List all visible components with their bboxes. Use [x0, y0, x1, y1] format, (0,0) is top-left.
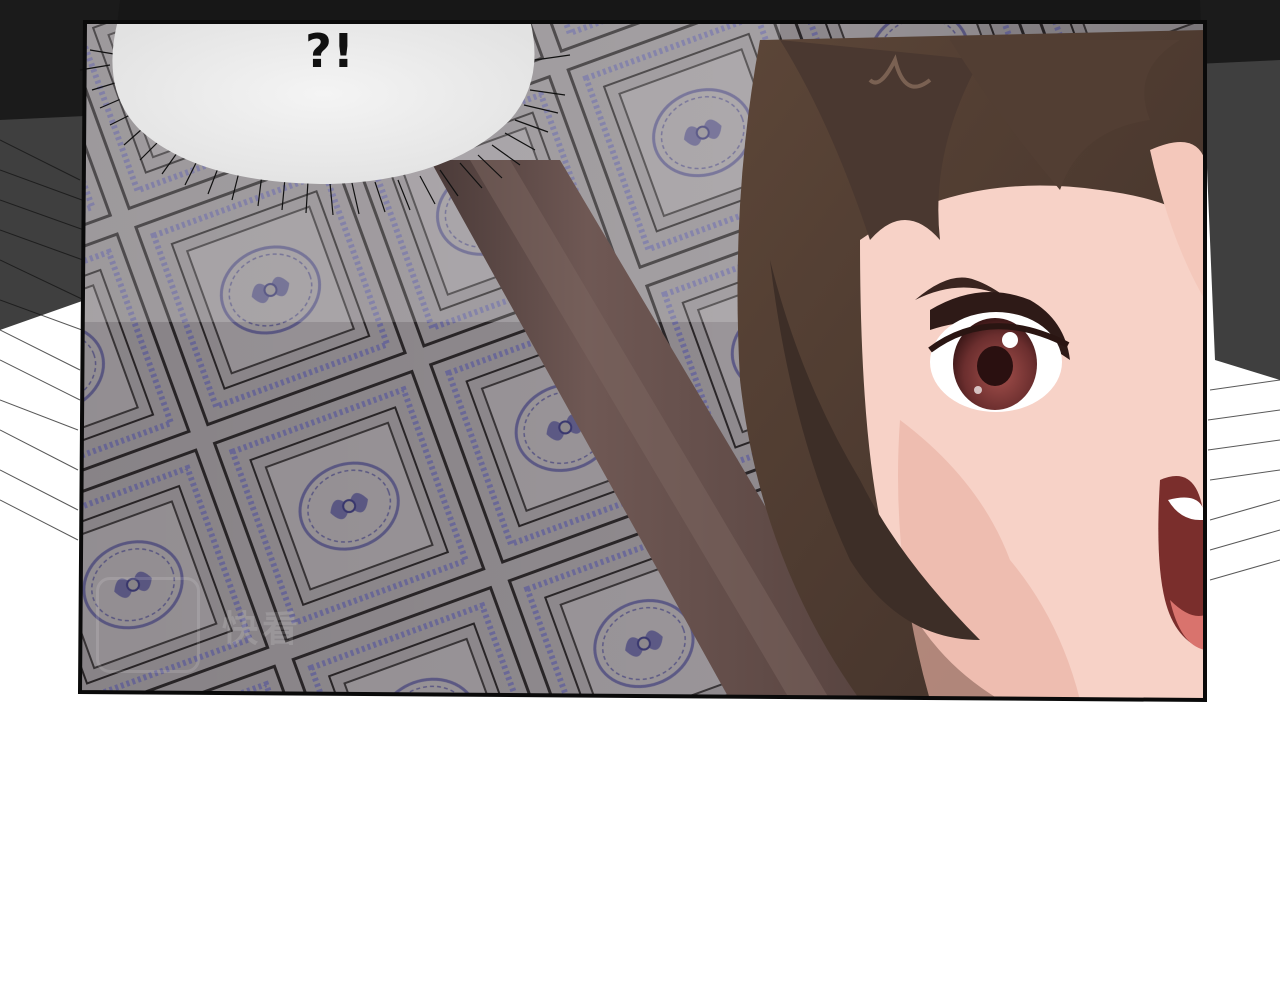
comic-panel-scene	[0, 0, 1280, 1000]
speech-bubble-text: ?!	[305, 24, 355, 78]
watermark-text: 快看	[222, 609, 303, 650]
character-face	[737, 30, 1205, 700]
watermark-logo-icon	[96, 577, 200, 673]
